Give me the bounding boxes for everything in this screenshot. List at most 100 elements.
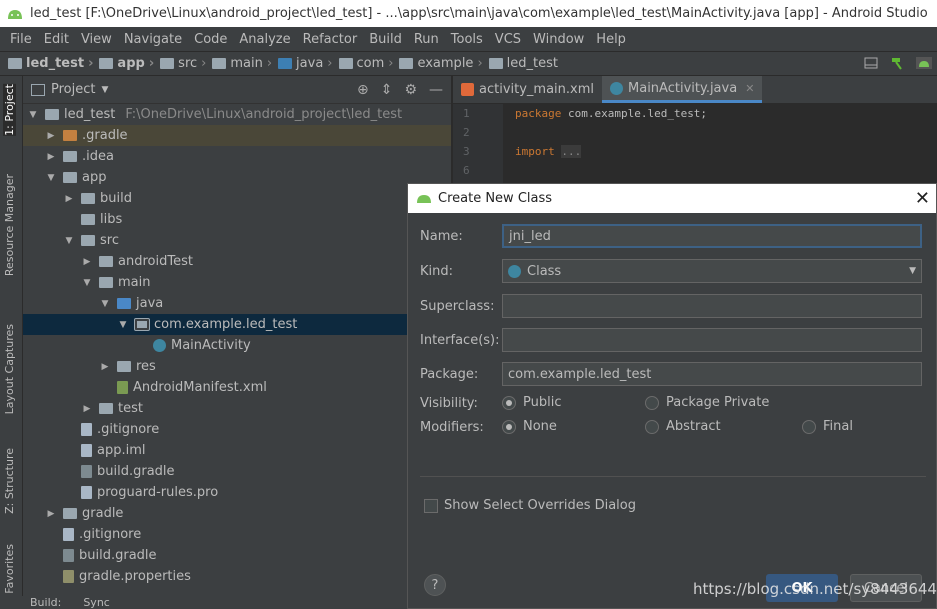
close-icon[interactable]: ✕ xyxy=(745,82,754,95)
tab-mainactivity-java[interactable]: MainActivity.java ✕ xyxy=(602,76,763,103)
tree-item-proguard[interactable]: proguard-rules.pro xyxy=(23,482,451,503)
breadcrumb-led-test[interactable]: led_test › xyxy=(8,56,99,71)
tree-item-app-build-gradle[interactable]: build.gradle xyxy=(23,461,451,482)
visibility-public-radio[interactable]: Public xyxy=(502,395,561,410)
folder-icon xyxy=(81,214,95,225)
tree-item-java[interactable]: ▼ java xyxy=(23,293,451,314)
chevron-right-icon[interactable]: ▶ xyxy=(81,404,93,414)
menu-run[interactable]: Run xyxy=(408,32,445,47)
sync-tab[interactable]: Sync xyxy=(83,596,110,609)
menu-code[interactable]: Code xyxy=(188,32,233,47)
menu-help[interactable]: Help xyxy=(590,32,632,47)
gear-icon[interactable]: ⚙ xyxy=(404,82,417,98)
modifier-abstract-radio[interactable]: Abstract xyxy=(645,419,721,434)
chevron-down-icon[interactable]: ▼ xyxy=(27,110,39,120)
tree-item-label: .gradle xyxy=(82,128,128,143)
interfaces-field[interactable] xyxy=(502,328,922,352)
tree-item-build[interactable]: ▶ build xyxy=(23,188,451,209)
tree-item-res[interactable]: ▶ res xyxy=(23,356,451,377)
modifier-none-radio[interactable]: None xyxy=(502,419,557,434)
folder-icon xyxy=(99,256,113,267)
chevron-right-icon[interactable]: ▶ xyxy=(63,194,75,204)
superclass-field[interactable] xyxy=(502,294,922,318)
hammer-icon[interactable] xyxy=(889,55,905,71)
project-panel-header[interactable]: Project ▼ ⊕ ⇕ ⚙ — xyxy=(23,76,451,104)
code-editor[interactable]: package com.example.led_test; import ... xyxy=(503,104,937,184)
tree-item-src[interactable]: ▼ src xyxy=(23,230,451,251)
breadcrumb-example[interactable]: example › xyxy=(399,56,488,71)
breadcrumb-src[interactable]: src › xyxy=(160,56,212,71)
tab-structure[interactable]: Z: Structure xyxy=(3,448,16,514)
chevron-down-icon[interactable]: ▼ xyxy=(81,278,93,288)
menu-file[interactable]: File xyxy=(4,32,38,47)
breadcrumb-com[interactable]: com › xyxy=(338,56,400,71)
package-field[interactable]: com.example.led_test xyxy=(502,362,922,386)
android-run-config-icon[interactable] xyxy=(915,55,932,71)
kind-select[interactable]: Class ▼ xyxy=(502,259,922,283)
folded-code[interactable]: ... xyxy=(561,145,582,158)
tree-item-root-build-gradle[interactable]: build.gradle xyxy=(23,545,451,566)
chevron-right-icon[interactable]: ▶ xyxy=(45,131,57,141)
tree-item-app[interactable]: ▼ app xyxy=(23,167,451,188)
tree-item-mainactivity[interactable]: MainActivity xyxy=(23,335,451,356)
layout-icon[interactable] xyxy=(863,55,879,71)
modifiers-label: Modifiers: xyxy=(420,420,484,435)
hide-icon[interactable]: — xyxy=(429,82,443,98)
modifier-final-radio[interactable]: Final xyxy=(802,419,853,434)
tree-item-led-test[interactable]: ▼ led_test F:\OneDrive\Linux\android_pro… xyxy=(23,104,451,125)
menu-analyze[interactable]: Analyze xyxy=(233,32,296,47)
menu-build[interactable]: Build xyxy=(363,32,408,47)
breadcrumb-main[interactable]: main › xyxy=(212,56,278,71)
menu-tools[interactable]: Tools xyxy=(445,32,489,47)
visibility-package-private-radio[interactable]: Package Private xyxy=(645,395,769,410)
tree-item-root-gitignore[interactable]: .gitignore xyxy=(23,524,451,545)
tree-item-gradle[interactable]: ▶ gradle xyxy=(23,503,451,524)
tree-item-idea[interactable]: ▶ .idea xyxy=(23,146,451,167)
radio-unselected-icon xyxy=(802,419,816,434)
tree-item-main[interactable]: ▼ main xyxy=(23,272,451,293)
menu-view[interactable]: View xyxy=(75,32,118,47)
tree-item-app-iml[interactable]: app.iml xyxy=(23,440,451,461)
menu-window[interactable]: Window xyxy=(527,32,590,47)
chevron-down-icon[interactable]: ▼ xyxy=(45,173,57,183)
chevron-right-icon[interactable]: ▶ xyxy=(45,509,57,519)
checkbox-icon xyxy=(424,498,438,513)
tab-project[interactable]: 1: Project xyxy=(3,84,16,136)
menu-navigate[interactable]: Navigate xyxy=(118,32,188,47)
breadcrumb-app[interactable]: app › xyxy=(99,56,160,71)
breadcrumb-label: java xyxy=(296,56,324,71)
chevron-right-icon[interactable]: ▶ xyxy=(45,152,57,162)
chevron-right-icon[interactable]: ▶ xyxy=(81,257,93,267)
chevron-down-icon[interactable]: ▼ xyxy=(117,320,129,330)
tree-item-package[interactable]: ▼ com.example.led_test xyxy=(23,314,451,335)
breadcrumb-java[interactable]: java › xyxy=(278,56,338,71)
menu-refactor[interactable]: Refactor xyxy=(297,32,364,47)
tree-item-test[interactable]: ▶ test xyxy=(23,398,451,419)
collapse-all-icon[interactable]: ⇕ xyxy=(381,82,393,98)
tree-item-androidtest[interactable]: ▶ androidTest xyxy=(23,251,451,272)
package-icon xyxy=(399,58,414,69)
build-tab[interactable]: Build: xyxy=(30,596,61,609)
show-overrides-checkbox[interactable]: Show Select Overrides Dialog xyxy=(424,498,636,513)
breadcrumb-led-test-package[interactable]: led_test xyxy=(488,56,558,71)
tree-item-gradle-dir[interactable]: ▶ .gradle xyxy=(23,125,451,146)
help-button[interactable]: ? xyxy=(424,574,446,596)
tab-layout-captures[interactable]: Layout Captures xyxy=(3,324,16,414)
tree-item-gradle-properties[interactable]: gradle.properties xyxy=(23,566,451,587)
menu-vcs[interactable]: VCS xyxy=(489,32,527,47)
tree-item-app-gitignore[interactable]: .gitignore xyxy=(23,419,451,440)
chevron-down-icon[interactable]: ▼ xyxy=(63,236,75,246)
menu-bar: File Edit View Navigate Code Analyze Ref… xyxy=(0,27,937,51)
chevron-right-icon[interactable]: ▶ xyxy=(99,362,111,372)
radio-selected-icon xyxy=(502,419,516,434)
tab-activity-main-xml[interactable]: activity_main.xml xyxy=(453,76,602,103)
tab-resource-manager[interactable]: Resource Manager xyxy=(3,174,16,276)
tree-item-manifest[interactable]: AndroidManifest.xml xyxy=(23,377,451,398)
name-field[interactable]: jni_led xyxy=(502,224,922,248)
menu-edit[interactable]: Edit xyxy=(38,32,75,47)
close-icon[interactable]: ✕ xyxy=(915,188,930,209)
tree-item-label: MainActivity xyxy=(171,338,251,353)
tree-item-libs[interactable]: libs xyxy=(23,209,451,230)
chevron-down-icon[interactable]: ▼ xyxy=(99,299,111,309)
locate-icon[interactable]: ⊕ xyxy=(357,82,369,98)
